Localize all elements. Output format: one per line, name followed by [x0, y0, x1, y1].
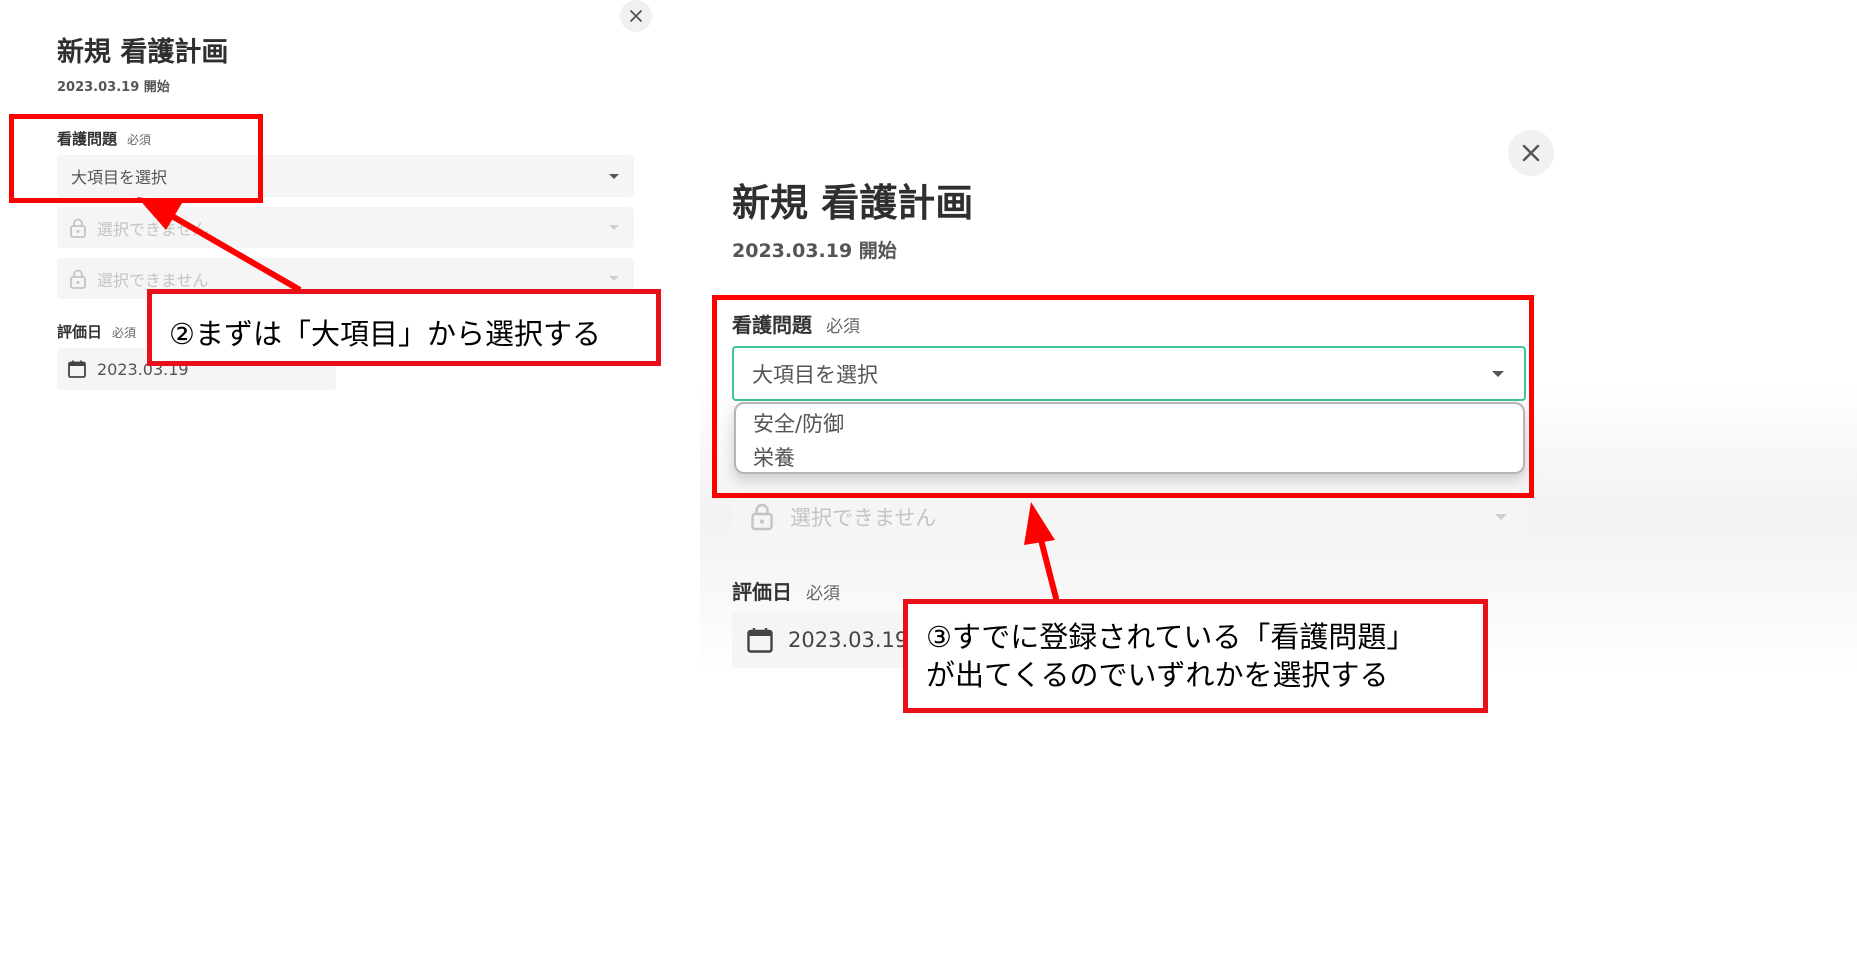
calendar-icon — [746, 626, 774, 654]
annotation-callout-3: ③すでに登録されている「看護問題」 が出てくるのでいずれかを選択する — [903, 599, 1488, 713]
caret-down-icon — [1495, 514, 1507, 520]
callout-3-line-2: が出てくるのでいずれかを選択する — [926, 658, 1389, 692]
eval-date-value: 2023.03.19 — [788, 628, 909, 652]
page-title: 新規 看護計画 — [732, 181, 974, 225]
close-icon — [1522, 144, 1540, 162]
eval-date-field[interactable]: 2023.03.19 — [732, 612, 922, 668]
start-date: 2023.03.19 開始 — [732, 240, 897, 262]
annotation-callout-2: ②まずは「大項目」から選択する — [147, 289, 661, 366]
callout-3-line-1: ③すでに登録されている「看護問題」 — [926, 620, 1416, 654]
callout-2-text: ②まずは「大項目」から選択する — [169, 317, 601, 351]
close-button[interactable] — [1508, 130, 1554, 176]
highlight-frame — [712, 295, 1534, 498]
